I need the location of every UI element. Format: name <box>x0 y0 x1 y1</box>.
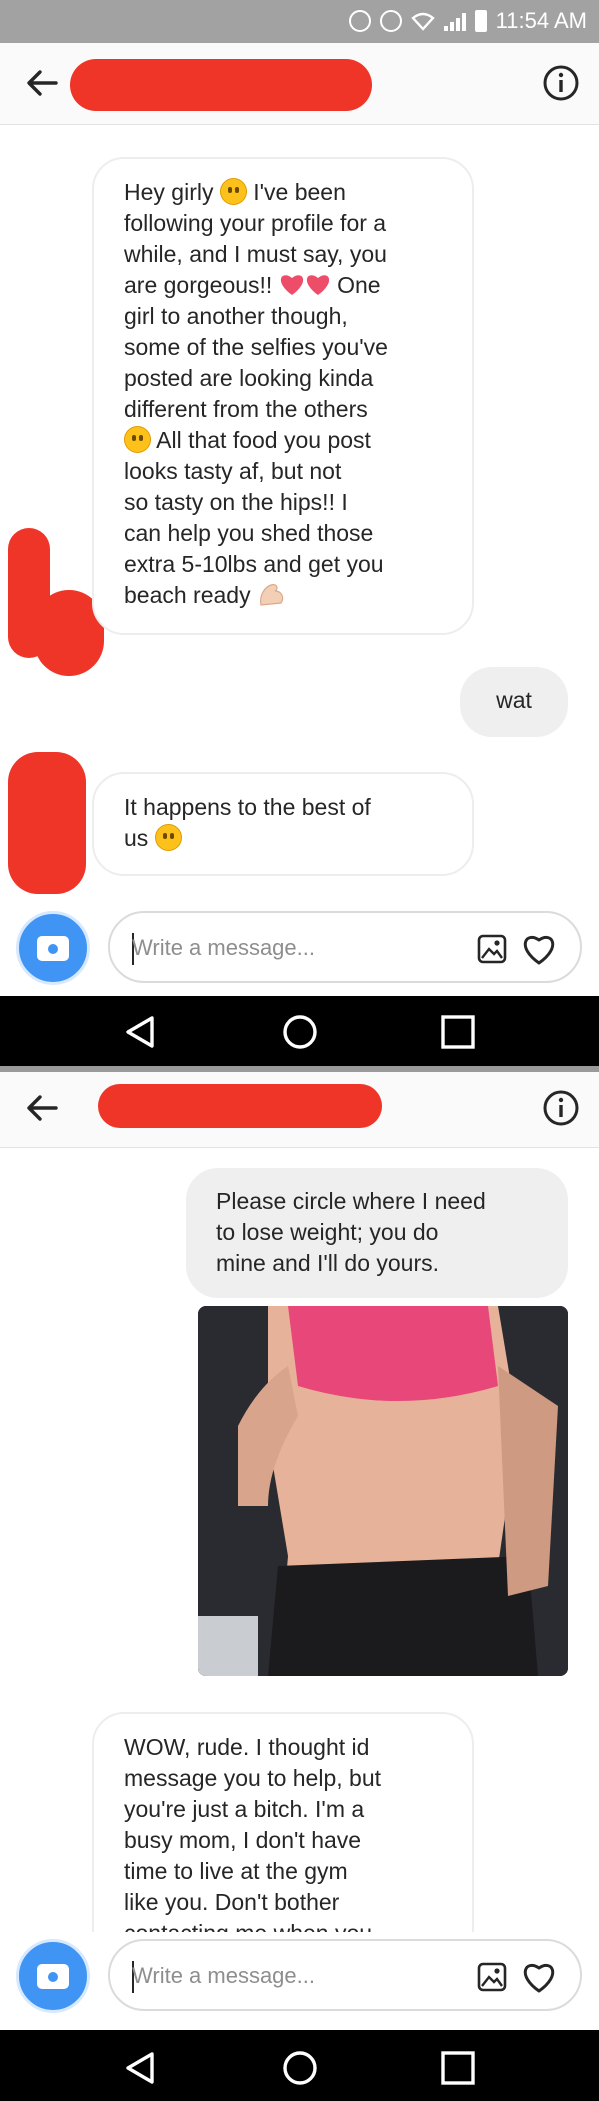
message-text: you're just a bitch. I'm a <box>124 1796 365 1822</box>
message-text: busy mom, I don't have <box>124 1827 362 1853</box>
grinning-face-emoji <box>219 178 247 205</box>
battery-icon <box>474 10 487 32</box>
tired-face-emoji <box>124 426 151 453</box>
alarm-icon <box>379 10 402 32</box>
message-input[interactable] <box>132 931 432 965</box>
message-text: us <box>124 825 149 851</box>
message-field[interactable] <box>108 911 582 983</box>
status-time: 11:54 AM <box>495 8 587 33</box>
heart-emoji <box>280 275 303 295</box>
outgoing-message-bubble: wat <box>460 667 568 737</box>
nav-back-icon[interactable] <box>120 2048 160 2088</box>
status-icons: 11:54 AM <box>348 8 587 34</box>
message-text: while, and I must say, you <box>124 241 387 267</box>
message-text: WOW, rude. I thought id <box>124 1734 370 1760</box>
wifi-icon <box>410 12 435 31</box>
message-text: One <box>330 272 381 298</box>
nav-back-icon[interactable] <box>120 1012 160 1052</box>
nav-recents-icon[interactable] <box>438 2048 478 2088</box>
camera-lens <box>45 1969 61 1985</box>
android-nav-bar <box>0 996 599 1066</box>
message-text: like you. Don't bother <box>124 1889 340 1915</box>
redacted-username <box>70 59 372 111</box>
info-icon[interactable] <box>541 63 581 103</box>
camera-lens <box>45 941 61 957</box>
gallery-icon[interactable] <box>476 1961 508 1993</box>
camera-button[interactable] <box>16 911 90 985</box>
photo-image <box>198 1306 568 1676</box>
chat-header <box>0 43 599 125</box>
message-text: beach ready <box>124 582 251 608</box>
message-text: I've been <box>246 179 346 205</box>
message-text: to lose weight; you do <box>216 1219 439 1245</box>
status-bar: 11:54 AM <box>0 0 599 43</box>
screen-divider <box>0 1066 599 1072</box>
incoming-message-bubble: It happens to the best of us <box>92 772 474 876</box>
heart-emoji <box>306 275 329 295</box>
message-composer <box>0 904 599 985</box>
nav-home-icon[interactable] <box>280 1012 320 1052</box>
nav-home-icon[interactable] <box>280 2048 320 2088</box>
chat-screen-1: 11:54 AM Hey girly I've been following y… <box>0 0 599 996</box>
heart-icon[interactable] <box>520 931 558 967</box>
message-text: some of the selfies you've <box>124 334 388 360</box>
message-field[interactable] <box>108 1939 582 2011</box>
message-text: girl to another though, <box>124 303 348 329</box>
back-arrow-icon[interactable] <box>22 1088 62 1128</box>
message-text: looks tasty af, but not <box>124 458 342 484</box>
heart-icon[interactable] <box>520 1959 558 1995</box>
chat-header <box>0 1066 599 1148</box>
nav-recents-icon[interactable] <box>438 1012 478 1052</box>
message-text: are gorgeous!! <box>124 272 273 298</box>
message-input[interactable] <box>132 1959 432 1993</box>
android-nav-bar <box>0 2030 599 2101</box>
mute-icon <box>348 10 371 32</box>
signal-icon <box>443 11 466 31</box>
message-text: different from the others <box>124 396 368 422</box>
message-text: time to live at the gym <box>124 1858 348 1884</box>
message-text: following your profile for a <box>124 210 387 236</box>
message-text: so tasty on the hips!! I <box>124 489 348 515</box>
message-text: can help you shed those <box>124 520 374 546</box>
back-arrow-icon[interactable] <box>22 63 62 103</box>
info-icon[interactable] <box>541 1088 581 1128</box>
message-text: message you to help, but <box>124 1765 381 1791</box>
sent-photo[interactable] <box>198 1306 568 1676</box>
chat-screen-2: Please circle where I need to lose weigh… <box>0 1066 599 2030</box>
outgoing-message-bubble: Please circle where I need to lose weigh… <box>186 1168 568 1298</box>
message-composer <box>0 1932 599 2030</box>
message-text: Hey girly <box>124 179 214 205</box>
camera-button[interactable] <box>16 1939 90 2013</box>
message-text: posted are looking kinda <box>124 365 374 391</box>
message-text: It happens to the best of <box>124 794 371 820</box>
message-text: wat <box>496 687 532 713</box>
message-text: extra 5-10lbs and get you <box>124 551 384 577</box>
message-text: All that food you post <box>151 427 371 453</box>
message-text: mine and I'll do yours. <box>216 1250 440 1276</box>
message-text: Please circle where I need <box>216 1188 486 1214</box>
gallery-icon[interactable] <box>476 933 508 965</box>
winking-tongue-emoji <box>154 824 182 851</box>
flexed-biceps-emoji <box>259 584 284 606</box>
redacted-avatar <box>8 752 86 894</box>
redacted-username <box>98 1084 382 1128</box>
incoming-message-bubble: Hey girly I've been following your profi… <box>92 157 474 635</box>
